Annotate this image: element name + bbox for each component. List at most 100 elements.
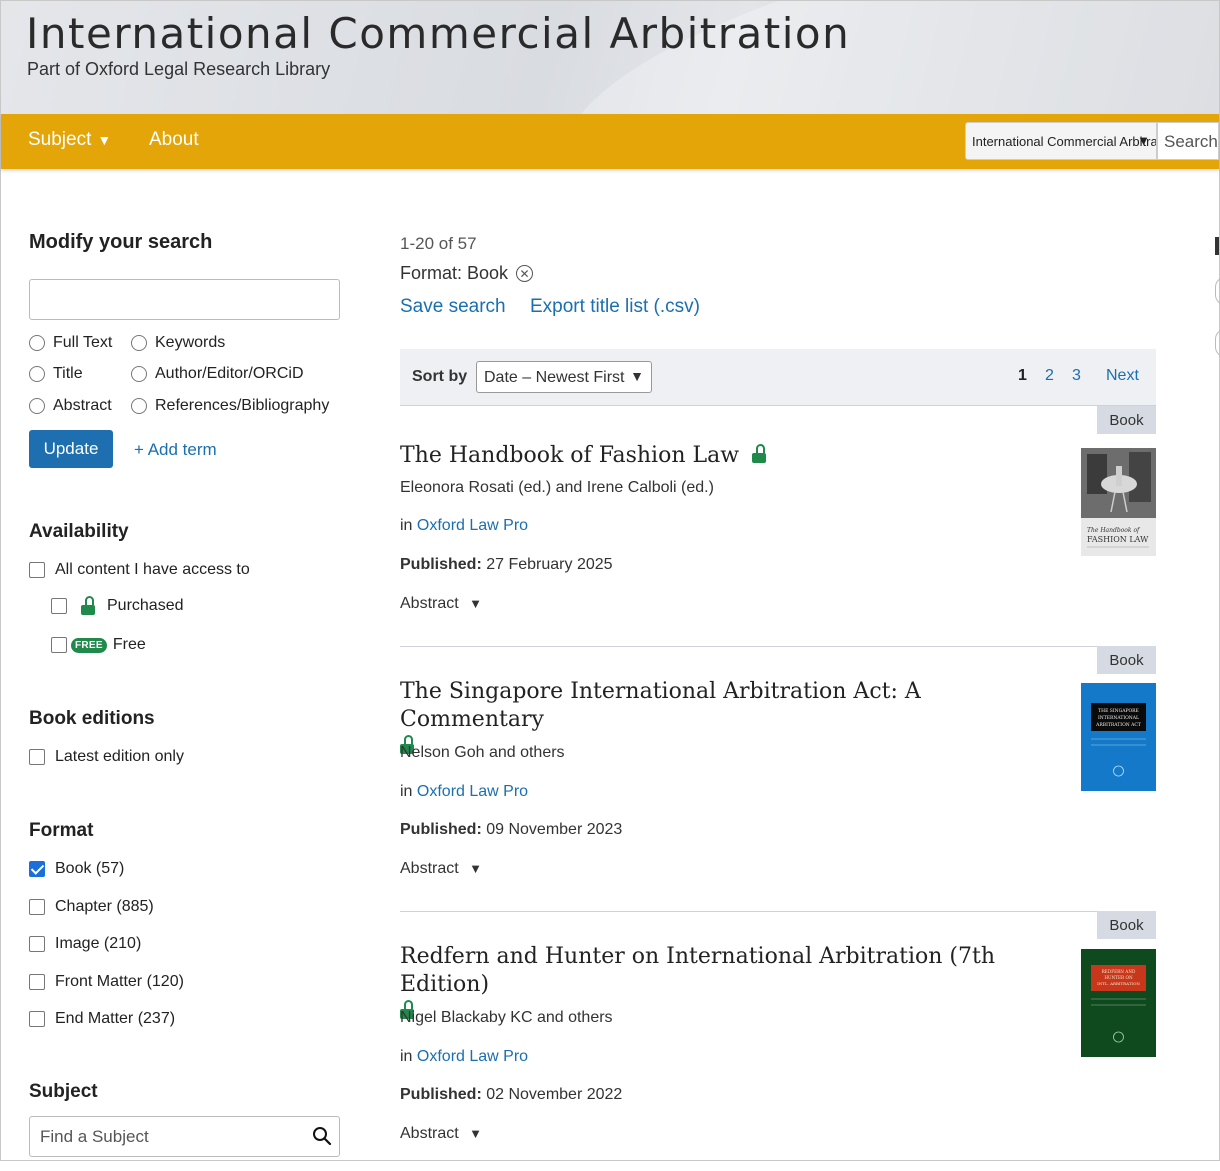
page-3-link[interactable]: 3 [1072, 367, 1081, 385]
filter-free[interactable]: FREE Free [51, 636, 146, 654]
unlocked-lock-icon [752, 444, 767, 463]
search-scope-select[interactable]: International Commercial Arbitration ▼ [965, 122, 1157, 160]
checkbox[interactable] [29, 1011, 45, 1027]
radio-button[interactable] [131, 335, 147, 351]
result-divider [400, 646, 1156, 647]
radio-label: References/Bibliography [155, 397, 330, 414]
active-filter-label: Format: Book [400, 263, 509, 283]
radio-button[interactable] [29, 366, 45, 382]
filter-all-access[interactable]: All content I have access to [29, 561, 250, 579]
modify-search-input[interactable] [29, 279, 340, 320]
type-badge: Book [1097, 911, 1156, 939]
result-count: 1-20 of 57 [400, 234, 477, 253]
radio-button[interactable] [29, 398, 45, 414]
filter-purchased[interactable]: Purchased [51, 596, 184, 615]
filter-latest-edition[interactable]: Latest edition only [29, 748, 184, 766]
nav-about-link[interactable]: About [149, 129, 199, 151]
published-label: Published: [400, 1086, 482, 1103]
right-column-control[interactable] [1215, 277, 1220, 305]
radio-title[interactable]: Title [29, 365, 83, 383]
main-navbar: Subject ▼ About International Commercial … [1, 114, 1219, 169]
collection-prefix: in [400, 517, 413, 534]
update-button[interactable]: Update [29, 430, 113, 468]
collection-prefix: in [400, 783, 413, 800]
collection-link[interactable]: Oxford Law Pro [417, 1048, 528, 1065]
checkbox-label: Front Matter (120) [55, 973, 184, 990]
radio-abstract[interactable]: Abstract [29, 397, 112, 415]
nav-subject-label: Subject [28, 129, 92, 150]
checkbox[interactable] [51, 637, 67, 653]
radio-button[interactable] [29, 335, 45, 351]
result-title-text[interactable]: The Handbook of Fashion Law [400, 443, 739, 468]
svg-text:ARBITRATION ACT: ARBITRATION ACT [1095, 722, 1141, 728]
radio-author[interactable]: Author/Editor/ORCiD [131, 365, 304, 383]
svg-text:The Handbook of: The Handbook of [1087, 527, 1141, 534]
radio-full-text[interactable]: Full Text [29, 334, 112, 352]
clear-filter-icon[interactable]: ✕ [516, 265, 534, 282]
collection-link[interactable]: Oxford Law Pro [417, 517, 528, 534]
filter-format-chapter[interactable]: Chapter (885) [29, 898, 154, 916]
published-date: 27 February 2025 [486, 556, 613, 573]
checkbox-label: Chapter (885) [55, 898, 154, 915]
availability-heading: Availability [29, 521, 129, 542]
svg-text:REDFERN AND: REDFERN AND [1102, 969, 1136, 974]
search-icon[interactable] [312, 1126, 332, 1146]
filter-format-front-matter[interactable]: Front Matter (120) [29, 973, 184, 991]
radio-label: Full Text [53, 334, 113, 351]
save-search-link[interactable]: Save search [400, 296, 506, 318]
checkbox[interactable] [29, 899, 45, 915]
right-column-control[interactable] [1215, 329, 1220, 357]
abstract-toggle[interactable]: Abstract ▼ [400, 860, 482, 878]
checkbox[interactable] [29, 936, 45, 952]
svg-text:THE SINGAPORE: THE SINGAPORE [1098, 708, 1139, 714]
result-published: Published: 27 February 2025 [400, 556, 613, 574]
abstract-toggle[interactable]: Abstract ▼ [400, 1125, 482, 1143]
book-cover-image[interactable]: REDFERN AND HUNTER ON INTL. ARBITRATION [1081, 949, 1156, 1057]
book-cover-image[interactable]: The Handbook of FASHION LAW [1081, 448, 1156, 556]
search-scope-value: International Commercial Arbitration [972, 134, 1157, 149]
site-title[interactable]: International Commercial Arbitration [26, 9, 850, 58]
site-search-input[interactable]: Search [1157, 122, 1219, 160]
published-date: 09 November 2023 [486, 821, 623, 838]
free-badge-icon: FREE [71, 637, 107, 653]
checkbox-checked[interactable] [29, 861, 45, 877]
result-authors: Eleonora Rosati (ed.) and Irene Calboli … [400, 479, 714, 496]
export-title-list-link[interactable]: Export title list (.csv) [530, 296, 700, 318]
radio-label: Abstract [53, 397, 112, 414]
radio-button[interactable] [131, 366, 147, 382]
svg-text:INTERNATIONAL: INTERNATIONAL [1098, 715, 1139, 721]
add-term-link[interactable]: + Add term [134, 440, 217, 460]
result-title-text[interactable]: The Singapore International Arbitration … [400, 679, 921, 732]
radio-button[interactable] [131, 398, 147, 414]
radio-label: Author/Editor/ORCiD [155, 365, 304, 382]
checkbox[interactable] [29, 562, 45, 578]
nav-subject-menu[interactable]: Subject ▼ [28, 129, 111, 151]
caret-down-icon: ▼ [630, 368, 644, 384]
collection-link[interactable]: Oxford Law Pro [417, 783, 528, 800]
sort-select-value: Date – Newest First [484, 369, 625, 386]
result-title[interactable]: The Handbook of Fashion Law [400, 442, 1050, 470]
checkbox[interactable] [51, 598, 67, 614]
radio-keywords[interactable]: Keywords [131, 334, 225, 352]
checkbox[interactable] [29, 749, 45, 765]
sort-select[interactable]: Date – Newest First ▼ [476, 361, 652, 393]
abstract-toggle[interactable]: Abstract ▼ [400, 595, 482, 613]
caret-down-icon: ▼ [97, 132, 112, 148]
published-label: Published: [400, 556, 482, 573]
filter-format-end-matter[interactable]: End Matter (237) [29, 1010, 175, 1028]
result-title-text[interactable]: Redfern and Hunter on International Arbi… [400, 944, 995, 997]
next-page-link[interactable]: Next [1106, 367, 1139, 385]
page-2-link[interactable]: 2 [1045, 367, 1054, 385]
sort-toolbar: Sort by Date – Newest First ▼ 1 2 3 Next [400, 349, 1156, 406]
book-cover-image[interactable]: THE SINGAPORE INTERNATIONAL ARBITRATION … [1081, 683, 1156, 791]
result-published: Published: 09 November 2023 [400, 821, 622, 839]
radio-references[interactable]: References/Bibliography [131, 397, 329, 415]
checkbox[interactable] [29, 974, 45, 990]
caret-down-icon: ▼ [1137, 133, 1150, 148]
find-subject-input[interactable]: Find a Subject [29, 1116, 340, 1157]
result-collection: in Oxford Law Pro [400, 517, 528, 535]
filter-format-book[interactable]: Book (57) [29, 860, 124, 878]
site-subtitle: Part of Oxford Legal Research Library [27, 59, 331, 79]
filter-format-image[interactable]: Image (210) [29, 935, 141, 953]
checkbox-label: All content I have access to [55, 561, 250, 578]
